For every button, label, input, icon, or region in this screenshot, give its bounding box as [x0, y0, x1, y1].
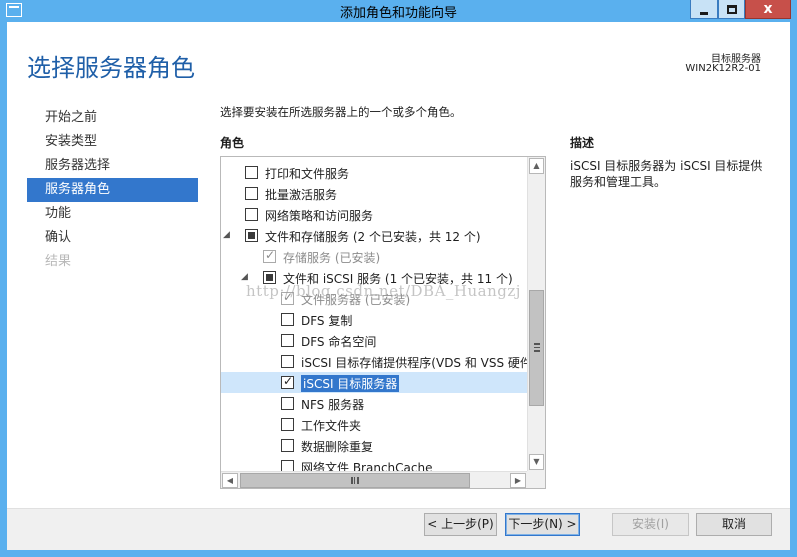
role-checkbox[interactable]	[281, 355, 294, 368]
role-label: DFS 复制	[301, 314, 353, 328]
nav-item-results: 结果	[45, 254, 72, 269]
window-frame-bottom	[0, 550, 797, 557]
role-label: DFS 命名空间	[301, 335, 377, 349]
nav-item-before-you-begin[interactable]: 开始之前	[27, 106, 198, 130]
role-label: 数据删除重复	[301, 440, 374, 454]
page-title: 选择服务器角色	[27, 54, 195, 82]
vertical-scrollbar[interactable]: ▲ ▼	[527, 157, 545, 471]
role-label: 打印和文件服务	[265, 167, 350, 181]
role-checkbox: ✓	[263, 248, 276, 263]
horizontal-scrollbar[interactable]: ◀ ▶	[221, 471, 527, 488]
window-title: 添加角色和功能向导	[339, 6, 457, 21]
role-row[interactable]: ✓ 存储服务 (已安装)	[221, 246, 527, 267]
scroll-left-arrow-icon[interactable]: ◀	[222, 473, 238, 488]
scroll-up-arrow-icon[interactable]: ▲	[529, 158, 544, 174]
watermark: http://blog.csdn.net/DBA_Huangzj	[246, 282, 521, 300]
minimize-button[interactable]	[690, 0, 718, 19]
roles-heading: 角色	[220, 136, 245, 150]
role-checkbox[interactable]	[245, 166, 258, 179]
expand-collapse-icon[interactable]: ◢	[241, 272, 248, 282]
partial-check-icon	[266, 274, 273, 281]
nav-item-server-roles[interactable]: 服务器角色	[27, 178, 198, 202]
role-checkbox[interactable]	[245, 229, 258, 242]
role-row[interactable]: 打印和文件服务	[221, 162, 527, 183]
destination-server-name: WIN2K12R2-01	[685, 63, 761, 74]
role-row[interactable]: NFS 服务器	[221, 393, 527, 414]
expand-collapse-icon[interactable]: ◢	[223, 230, 230, 240]
role-checkbox[interactable]	[281, 313, 294, 326]
role-label: 批量激活服务	[265, 188, 338, 202]
nav-item-features[interactable]: 功能	[27, 202, 198, 226]
role-label: 文件和存储服务 (2 个已安装，共 12 个)	[265, 230, 481, 244]
role-label: iSCSI 目标存储提供程序(VDS 和 VSS 硬件提	[301, 356, 544, 370]
checkmark-icon: ✓	[265, 248, 276, 262]
window-frame-right	[790, 22, 797, 557]
role-label: NFS 服务器	[301, 398, 365, 412]
minimize-icon	[700, 11, 708, 15]
close-button[interactable]: x	[745, 0, 791, 19]
role-row[interactable]: ◢ 文件和存储服务 (2 个已安装，共 12 个)	[221, 225, 527, 246]
role-checkbox[interactable]	[245, 187, 258, 200]
window-frame-left	[0, 22, 7, 557]
nav-item-server-selection[interactable]: 服务器选择	[27, 154, 198, 178]
role-checkbox[interactable]	[281, 439, 294, 452]
wizard-steps-nav: 开始之前 安装类型 服务器选择 服务器角色 功能 确认 结果	[27, 106, 198, 274]
roles-tree: 打印和文件服务 批量激活服务网络策略和访问服务 ◢ 文件和存储服务 (2 个已安装，共…	[220, 156, 546, 489]
partial-check-icon	[248, 232, 255, 239]
previous-button[interactable]: < 上一步(P)	[424, 513, 497, 536]
role-row[interactable]: 工作文件夹	[221, 414, 527, 435]
role-label: 网络策略和访问服务	[265, 209, 374, 223]
instruction-text: 选择要安装在所选服务器上的一个或多个角色。	[220, 105, 462, 119]
role-checkbox[interactable]	[281, 397, 294, 410]
role-row[interactable]: DFS 命名空间	[221, 330, 527, 351]
role-row[interactable]: ✓ iSCSI 目标服务器	[221, 372, 527, 393]
role-label: 工作文件夹	[301, 419, 362, 433]
next-button[interactable]: 下一步(N) >	[505, 513, 580, 536]
vertical-scroll-thumb[interactable]	[529, 290, 544, 406]
role-checkbox[interactable]	[281, 418, 294, 431]
scroll-down-arrow-icon[interactable]: ▼	[529, 454, 544, 470]
nav-item-installation-type[interactable]: 安装类型	[27, 130, 198, 154]
maximize-button[interactable]	[718, 0, 745, 19]
nav-item-confirmation[interactable]: 确认	[27, 226, 198, 250]
role-checkbox[interactable]: ✓	[281, 374, 294, 389]
scroll-grip-icon	[351, 477, 359, 484]
role-checkbox[interactable]	[281, 334, 294, 347]
role-row[interactable]: 批量激活服务	[221, 183, 527, 204]
role-label: iSCSI 目标服务器	[301, 375, 400, 392]
scrollbar-corner	[527, 471, 545, 488]
checkmark-icon: ✓	[283, 374, 294, 388]
role-row[interactable]: 网络策略和访问服务	[221, 204, 527, 225]
role-row[interactable]: 数据删除重复	[221, 435, 527, 456]
role-row[interactable]: iSCSI 目标存储提供程序(VDS 和 VSS 硬件提	[221, 351, 544, 372]
description-text: iSCSI 目标服务器为 iSCSI 目标提供服务和管理工具。	[570, 159, 763, 189]
role-row[interactable]: DFS 复制	[221, 309, 527, 330]
description-heading: 描述	[570, 136, 595, 150]
cancel-button[interactable]: 取消	[696, 513, 772, 536]
role-checkbox[interactable]	[245, 208, 258, 221]
maximize-icon	[726, 4, 737, 14]
install-button: 安装(I)	[612, 513, 689, 536]
scroll-right-arrow-icon[interactable]: ▶	[510, 473, 526, 488]
scroll-grip-icon	[534, 343, 540, 352]
title-bar: 添加角色和功能向导 x	[0, 0, 797, 22]
close-icon: x	[763, 1, 773, 17]
horizontal-scroll-thumb[interactable]	[240, 473, 470, 488]
role-label: 存储服务 (已安装)	[283, 251, 381, 265]
